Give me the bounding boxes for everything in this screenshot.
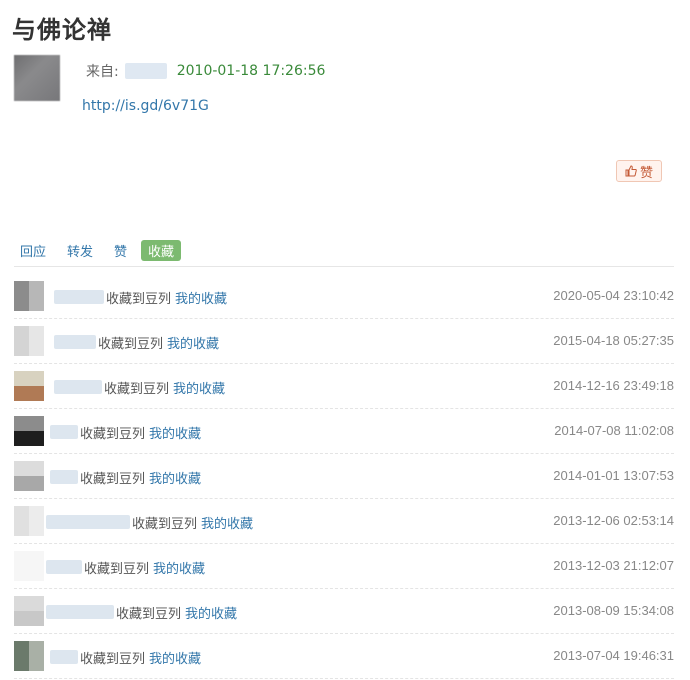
tabs-divider	[14, 266, 674, 267]
collect-action: 收藏到豆列 我的收藏	[132, 513, 253, 532]
collect-action-text: 收藏到豆列	[84, 562, 150, 577]
row-timestamp: 2014-12-16 23:49:18	[553, 378, 674, 393]
collect-action: 收藏到豆列 我的收藏	[80, 423, 201, 442]
username-blurred[interactable]	[50, 470, 78, 484]
collection-link[interactable]: 我的收藏	[149, 427, 201, 442]
like-label: 赞	[639, 165, 653, 181]
list-item: 收藏到豆列 我的收藏 2013-12-03 21:12:07	[14, 544, 674, 589]
list-item: 收藏到豆列 我的收藏 2013-07-04 19:46:31	[14, 634, 674, 679]
username-blurred[interactable]	[46, 605, 114, 619]
user-avatar[interactable]	[14, 326, 44, 356]
username-blurred[interactable]	[54, 380, 102, 394]
tab-reshares[interactable]: 转发	[60, 240, 100, 261]
collection-link[interactable]: 我的收藏	[173, 382, 225, 397]
collect-action: 收藏到豆列 我的收藏	[80, 468, 201, 487]
user-avatar[interactable]	[14, 641, 44, 671]
collect-action-text: 收藏到豆列	[106, 292, 172, 307]
collection-link[interactable]: 我的收藏	[175, 292, 227, 307]
row-timestamp: 2013-07-04 19:46:31	[553, 648, 674, 663]
collections-list: 收藏到豆列 我的收藏 2020-05-04 23:10:42 收藏到豆列 我的收藏 …	[14, 274, 674, 679]
user-avatar[interactable]	[14, 281, 44, 311]
collection-link[interactable]: 我的收藏	[201, 517, 253, 532]
page-title: 与佛论禅	[12, 16, 112, 44]
tab-likes[interactable]: 赞	[107, 240, 134, 261]
collection-link[interactable]: 我的收藏	[167, 337, 219, 352]
collect-action: 收藏到豆列 我的收藏	[104, 378, 225, 397]
username-blurred[interactable]	[54, 335, 96, 349]
collect-action-text: 收藏到豆列	[80, 427, 146, 442]
collect-action: 收藏到豆列 我的收藏	[106, 288, 227, 307]
row-timestamp: 2015-04-18 05:27:35	[553, 333, 674, 348]
username-blurred[interactable]	[46, 515, 130, 529]
username-blurred[interactable]	[50, 425, 78, 439]
row-timestamp: 2020-05-04 23:10:42	[553, 288, 674, 303]
collect-action-text: 收藏到豆列	[80, 472, 146, 487]
collect-action-text: 收藏到豆列	[98, 337, 164, 352]
collect-action: 收藏到豆列 我的收藏	[80, 648, 201, 667]
thumbs-up-icon	[625, 165, 637, 177]
from-label: 来自:	[86, 64, 119, 80]
post-link[interactable]: http://is.gd/6v71G	[82, 98, 209, 114]
collect-action: 收藏到豆列 我的收藏	[116, 603, 237, 622]
list-item: 收藏到豆列 我的收藏 2020-05-04 23:10:42	[14, 274, 674, 319]
tab-replies[interactable]: 回应	[20, 240, 53, 261]
user-avatar[interactable]	[14, 461, 44, 491]
user-avatar[interactable]	[14, 551, 44, 581]
post-meta: 来自: 2010-01-18 17:26:56	[86, 61, 325, 81]
tab-bar: 回应 转发 赞 收藏	[20, 240, 188, 261]
tab-collections[interactable]: 收藏	[141, 240, 182, 261]
row-timestamp: 2013-08-09 15:34:08	[553, 603, 674, 618]
row-timestamp: 2014-07-08 11:02:08	[554, 423, 674, 438]
username-blurred[interactable]	[54, 290, 104, 304]
list-item: 收藏到豆列 我的收藏 2015-04-18 05:27:35	[14, 319, 674, 364]
collection-link[interactable]: 我的收藏	[149, 652, 201, 667]
username-blurred[interactable]	[50, 650, 78, 664]
author-avatar[interactable]	[14, 55, 60, 101]
collection-link[interactable]: 我的收藏	[153, 562, 205, 577]
collection-link[interactable]: 我的收藏	[149, 472, 201, 487]
user-avatar[interactable]	[14, 371, 44, 401]
collect-action-text: 收藏到豆列	[80, 652, 146, 667]
user-avatar[interactable]	[14, 416, 44, 446]
row-timestamp: 2013-12-06 02:53:14	[553, 513, 674, 528]
collect-action: 收藏到豆列 我的收藏	[98, 333, 219, 352]
user-avatar[interactable]	[14, 596, 44, 626]
row-timestamp: 2014-01-01 13:07:53	[553, 468, 674, 483]
username-blurred[interactable]	[46, 560, 82, 574]
list-item: 收藏到豆列 我的收藏 2014-12-16 23:49:18	[14, 364, 674, 409]
collect-action-text: 收藏到豆列	[116, 607, 182, 622]
list-item: 收藏到豆列 我的收藏 2013-08-09 15:34:08	[14, 589, 674, 634]
list-item: 收藏到豆列 我的收藏 2014-01-01 13:07:53	[14, 454, 674, 499]
collect-action: 收藏到豆列 我的收藏	[84, 558, 205, 577]
user-avatar[interactable]	[14, 506, 44, 536]
author-name-blurred[interactable]	[124, 63, 167, 79]
collection-link[interactable]: 我的收藏	[185, 607, 237, 622]
row-timestamp: 2013-12-03 21:12:07	[553, 558, 674, 573]
collect-action-text: 收藏到豆列	[104, 382, 170, 397]
like-button[interactable]: 赞	[616, 160, 662, 182]
list-item: 收藏到豆列 我的收藏 2014-07-08 11:02:08	[14, 409, 674, 454]
list-item: 收藏到豆列 我的收藏 2013-12-06 02:53:14	[14, 499, 674, 544]
collect-action-text: 收藏到豆列	[132, 517, 198, 532]
post-timestamp: 2010-01-18 17:26:56	[176, 63, 326, 79]
